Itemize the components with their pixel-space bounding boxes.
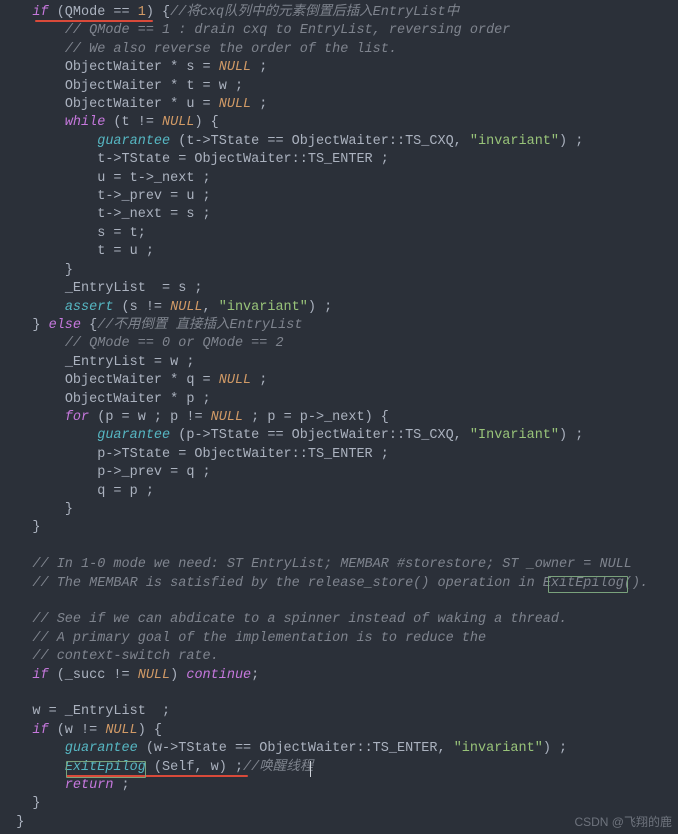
code-line: ObjectWaiter * q = NULL ;	[0, 373, 267, 388]
code-line: ObjectWaiter * p ;	[0, 392, 211, 407]
code-line: }	[0, 502, 73, 517]
code-line: }	[0, 815, 24, 830]
code-line: q = p ;	[0, 484, 154, 499]
code-line: _EntryList = w ;	[0, 355, 194, 370]
code-line: t->_next = s ;	[0, 207, 211, 222]
code-line: p->TState = ObjectWaiter::TS_ENTER ;	[0, 447, 389, 462]
code-line: if (QMode == 1) {//将cxq队列中的元素倒置后插入EntryL…	[0, 5, 459, 20]
code-line: if (w != NULL) {	[0, 723, 162, 738]
code-line: ExitEpilog (Self, w) ;//唤醒线程	[0, 760, 313, 775]
annotation-box-exitepilog-call	[66, 761, 146, 778]
code-line: p->_prev = q ;	[0, 465, 211, 480]
code-line: // QMode == 0 or QMode == 2	[0, 336, 284, 351]
code-line: ObjectWaiter * s = NULL ;	[0, 60, 267, 75]
code-line: }	[0, 520, 41, 535]
code-line	[0, 594, 8, 609]
code-line: u = t->_next ;	[0, 171, 211, 186]
code-line	[0, 686, 8, 701]
code-line: s = t;	[0, 226, 146, 241]
code-line: guarantee (p->TState == ObjectWaiter::TS…	[0, 428, 583, 443]
code-line: }	[0, 796, 41, 811]
watermark: CSDN @飞翔的鹿	[574, 813, 672, 830]
code-line: guarantee (w->TState == ObjectWaiter::TS…	[0, 741, 567, 756]
code-line: t->_prev = u ;	[0, 189, 211, 204]
code-line: guarantee (t->TState == ObjectWaiter::TS…	[0, 134, 583, 149]
code-line: }	[0, 263, 73, 278]
code-line: // We also reverse the order of the list…	[0, 42, 397, 57]
code-block: if (QMode == 1) {//将cxq队列中的元素倒置后插入EntryL…	[0, 0, 678, 832]
annotation-underline-qmode	[35, 20, 153, 22]
code-line: // In 1-0 mode we need: ST EntryList; ME…	[0, 557, 632, 572]
code-line: _EntryList = s ;	[0, 281, 203, 296]
code-line: // See if we can abdicate to a spinner i…	[0, 612, 567, 627]
code-line: return ;	[0, 778, 130, 793]
code-line: for (p = w ; p != NULL ; p = p->_next) {	[0, 410, 389, 425]
code-line: // context-switch rate.	[0, 649, 219, 664]
annotation-box-exitepilog-comment	[548, 576, 628, 593]
code-line	[0, 539, 8, 554]
code-line: ObjectWaiter * t = w ;	[0, 79, 243, 94]
code-line: t->TState = ObjectWaiter::TS_ENTER ;	[0, 152, 389, 167]
code-line: assert (s != NULL, "invariant") ;	[0, 300, 332, 315]
code-line: if (_succ != NULL) continue;	[0, 668, 259, 683]
text-cursor	[310, 761, 311, 777]
code-line: // QMode == 1 : drain cxq to EntryList, …	[0, 23, 510, 38]
code-line: t = u ;	[0, 244, 154, 259]
code-line: w = _EntryList ;	[0, 704, 170, 719]
code-line: while (t != NULL) {	[0, 115, 219, 130]
code-line: } else {//不用倒置 直接插入EntryList	[0, 318, 302, 333]
code-line: // A primary goal of the implementation …	[0, 631, 486, 646]
code-line: ObjectWaiter * u = NULL ;	[0, 97, 267, 112]
